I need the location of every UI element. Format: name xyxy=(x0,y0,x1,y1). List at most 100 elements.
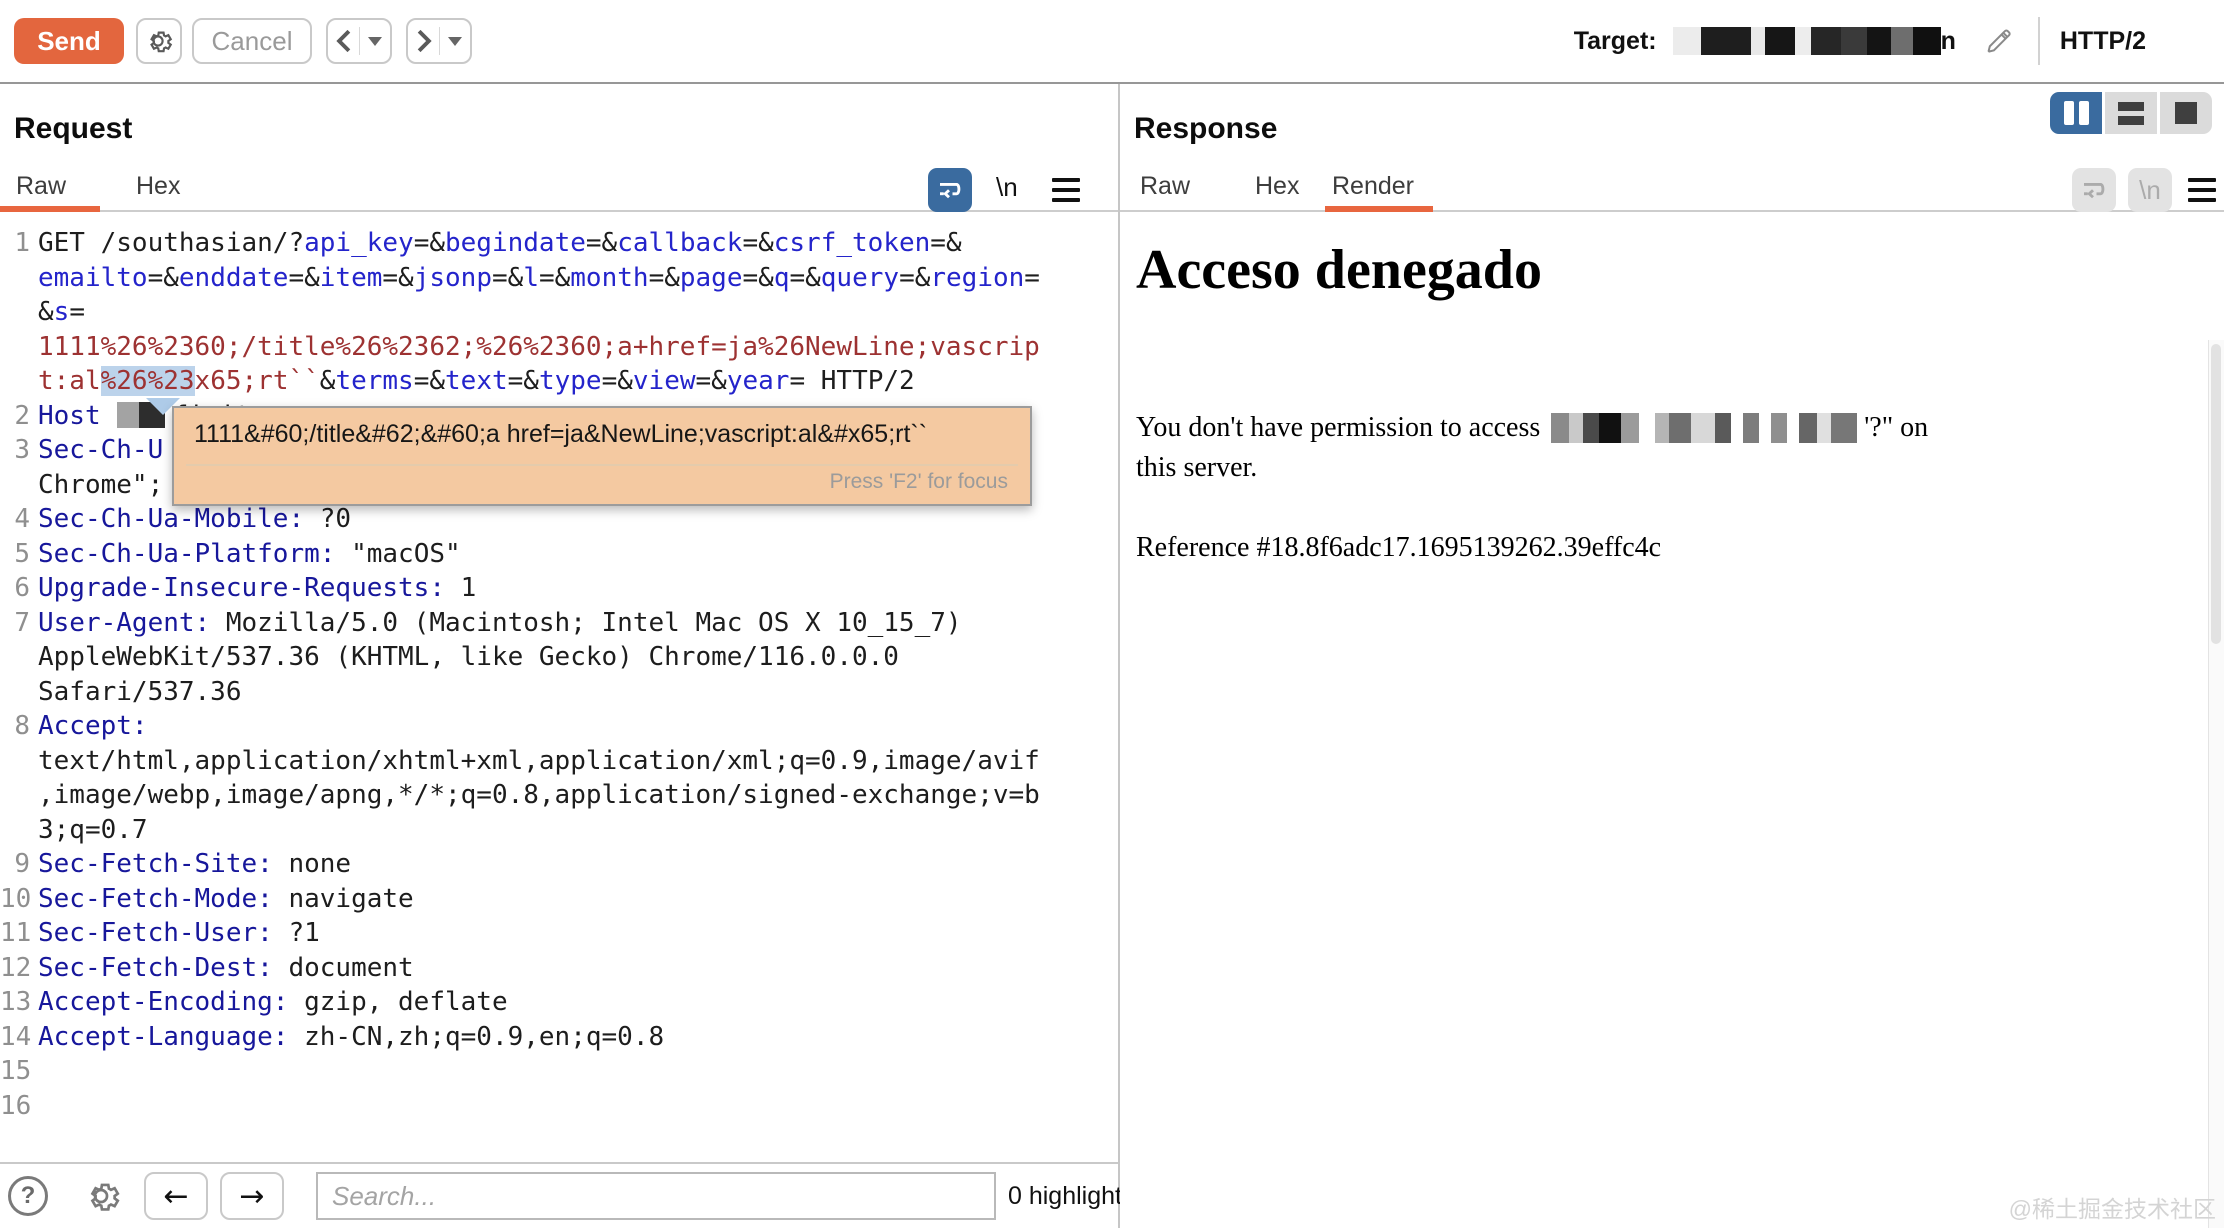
editor-row[interactable]: 16 xyxy=(0,1089,1118,1124)
history-forward-button[interactable] xyxy=(406,18,472,64)
pencil-icon xyxy=(1984,23,2012,59)
response-tab-render[interactable]: Render xyxy=(1332,172,1414,201)
editor-row[interactable]: 14Accept-Language: zh-CN,zh;q=0.9,en;q=0… xyxy=(0,1020,1118,1055)
render-heading: Acceso denegado xyxy=(1136,238,1542,302)
columns-layout-icon xyxy=(2064,101,2089,125)
request-tab-hex[interactable]: Hex xyxy=(136,172,180,201)
menu-icon xyxy=(2188,178,2216,182)
editor-row[interactable]: 12Sec-Fetch-Dest: document xyxy=(0,951,1118,986)
editor-row[interactable]: 5Sec-Ch-Ua-Platform: "macOS" xyxy=(0,537,1118,572)
line-number: 5 xyxy=(0,537,30,572)
editor-row[interactable]: 11Sec-Fetch-User: ?1 xyxy=(0,916,1118,951)
request-tab-raw[interactable]: Raw xyxy=(16,172,66,201)
editor-row[interactable]: 13Accept-Encoding: gzip, deflate xyxy=(0,985,1118,1020)
render-paragraph: You don't have permission to access '?" … xyxy=(1136,408,1928,488)
target-zone: Target: n HTTP/2 xyxy=(1574,17,2224,65)
editor-row[interactable]: t:al%26%23x65;rt``&terms=&text=&type=&vi… xyxy=(0,364,1118,399)
highlights-count: 0 highlights xyxy=(1008,1182,1134,1211)
editor-row[interactable]: text/html,application/xhtml+xml,applicat… xyxy=(0,744,1118,779)
line-number: 3 xyxy=(0,433,30,468)
target-label: Target: xyxy=(1574,27,1657,56)
redacted-block xyxy=(117,402,139,428)
main-split: Request Raw Hex \n 1GET /southasian/?api… xyxy=(0,84,2224,1228)
line-number: 4 xyxy=(0,502,30,537)
request-title: Request xyxy=(14,112,132,146)
editor-row[interactable]: 8Accept: xyxy=(0,709,1118,744)
line-number: 1 xyxy=(0,226,30,261)
response-tab-raw[interactable]: Raw xyxy=(1140,172,1190,201)
line-number: 2 xyxy=(0,399,30,434)
editor-row[interactable]: 15 xyxy=(0,1054,1118,1089)
word-wrap-icon xyxy=(2079,175,2109,205)
search-next-button[interactable]: → xyxy=(220,1172,284,1220)
tooltip-decoded-value: 1111&#60;/title&#62;&#60;a href=ja&NewLi… xyxy=(194,420,927,449)
rows-layout-icon xyxy=(2118,102,2144,125)
newline-icon: \n xyxy=(2139,175,2161,206)
editor-row[interactable]: emailto=&enddate=&item=&jsonp=&l=&month=… xyxy=(0,261,1118,296)
response-title: Response xyxy=(1134,112,1277,146)
line-number: 13 xyxy=(0,985,30,1020)
render-paragraph-line2: this server. xyxy=(1136,448,1928,488)
line-number: 9 xyxy=(0,847,30,882)
editor-row[interactable]: 7User-Agent: Mozilla/5.0 (Macintosh; Int… xyxy=(0,606,1118,641)
line-number: 11 xyxy=(0,916,30,951)
gear-icon xyxy=(82,1177,120,1215)
send-button[interactable]: Send xyxy=(14,18,124,64)
chevron-left-icon xyxy=(328,28,359,54)
response-tab-hex[interactable]: Hex xyxy=(1255,172,1299,201)
render-redacted-url xyxy=(1551,413,1857,443)
line-number: 12 xyxy=(0,951,30,986)
request-settings-button[interactable] xyxy=(136,18,182,64)
editor-row[interactable]: AppleWebKit/537.36 (KHTML, like Gecko) C… xyxy=(0,640,1118,675)
line-number: 16 xyxy=(0,1089,30,1124)
editor-row[interactable]: 9Sec-Fetch-Site: none xyxy=(0,847,1118,882)
search-input[interactable] xyxy=(316,1172,996,1220)
show-newlines-toggle[interactable]: \n xyxy=(996,172,1018,203)
response-menu-button[interactable] xyxy=(2188,178,2216,202)
cancel-button[interactable]: Cancel xyxy=(192,18,312,64)
target-redacted-host xyxy=(1673,27,1941,55)
layout-single-button[interactable] xyxy=(2160,92,2212,134)
edit-target-button[interactable] xyxy=(1978,21,2018,61)
layout-toggle-group xyxy=(2050,92,2212,134)
response-render-view: Acceso denegado You don't have permissio… xyxy=(1120,212,2224,1228)
editor-row[interactable]: 4Sec-Ch-Ua-Mobile: ?0 xyxy=(0,502,1118,537)
editor-row[interactable]: 6Upgrade-Insecure-Requests: 1 xyxy=(0,571,1118,606)
line-number: 10 xyxy=(0,882,30,917)
request-menu-button[interactable] xyxy=(1052,178,1080,202)
request-editor-lines: 1GET /southasian/?api_key=&begindate=&ca… xyxy=(0,226,1118,1123)
line-number: 15 xyxy=(0,1054,30,1089)
request-search-bar: ? ← → 0 highlights xyxy=(0,1162,1118,1228)
search-previous-button[interactable]: ← xyxy=(144,1172,208,1220)
editor-row[interactable]: 3;q=0.7 xyxy=(0,813,1118,848)
editor-row[interactable]: ,image/webp,image/apng,*/*;q=0.8,applica… xyxy=(0,778,1118,813)
layout-columns-button[interactable] xyxy=(2050,92,2102,134)
response-word-wrap-toggle[interactable] xyxy=(2072,168,2116,212)
button-divider xyxy=(359,27,360,55)
scrollbar-thumb[interactable] xyxy=(2211,344,2221,644)
word-wrap-icon xyxy=(935,175,965,205)
dropdown-caret-icon[interactable] xyxy=(448,37,462,46)
editor-row[interactable]: 1GET /southasian/?api_key=&begindate=&ca… xyxy=(0,226,1118,261)
watermark: @稀土掘金技术社区 xyxy=(2009,1190,2216,1224)
tooltip-divider xyxy=(186,464,1018,466)
search-settings-button[interactable] xyxy=(82,1177,120,1215)
editor-row[interactable]: 10Sec-Fetch-Mode: navigate xyxy=(0,882,1118,917)
line-number: 8 xyxy=(0,709,30,744)
response-show-newlines-toggle[interactable]: \n xyxy=(2128,168,2172,212)
value-tooltip: 1111&#60;/title&#62;&#60;a href=ja&NewLi… xyxy=(172,406,1032,506)
request-editor[interactable]: 1GET /southasian/?api_key=&begindate=&ca… xyxy=(0,214,1118,1162)
editor-row[interactable]: 1111%26%2360;/title%26%2362;%26%2360;a+h… xyxy=(0,330,1118,365)
help-icon[interactable]: ? xyxy=(8,1176,48,1216)
history-back-button[interactable] xyxy=(326,18,392,64)
arrow-right-icon: → xyxy=(239,1179,264,1214)
response-scrollbar[interactable] xyxy=(2208,340,2224,1228)
protocol-selector[interactable]: HTTP/2 xyxy=(2060,27,2146,56)
dropdown-caret-icon[interactable] xyxy=(368,37,382,46)
word-wrap-toggle[interactable] xyxy=(928,168,972,212)
line-number: 7 xyxy=(0,606,30,641)
editor-row[interactable]: &s= xyxy=(0,295,1118,330)
render-reference: Reference #18.8f6adc17.1695139262.39effc… xyxy=(1136,532,1661,564)
editor-row[interactable]: Safari/537.36 xyxy=(0,675,1118,710)
layout-rows-button[interactable] xyxy=(2105,92,2157,134)
